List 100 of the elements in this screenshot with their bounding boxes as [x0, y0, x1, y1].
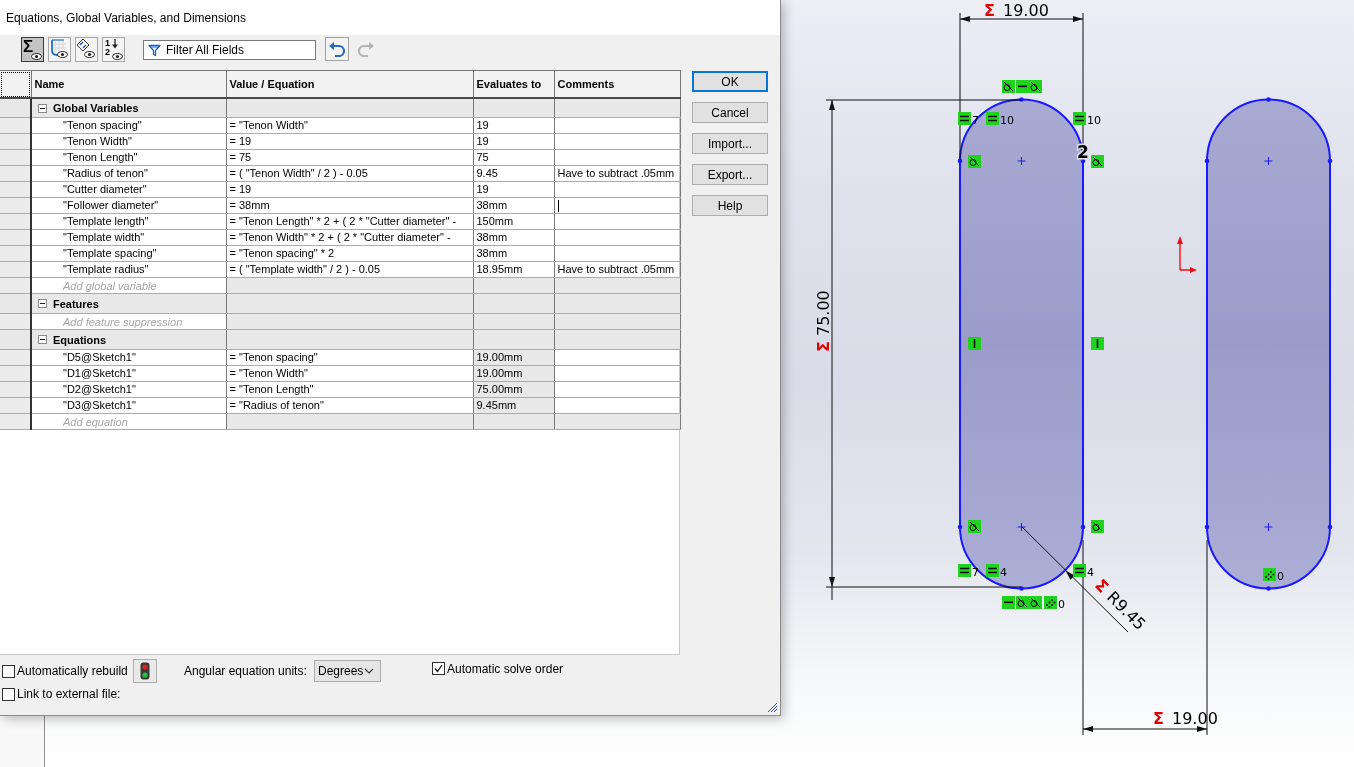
equal-relation-icon — [986, 112, 999, 125]
equation-symbol: Σ — [1153, 709, 1164, 728]
relation-count: 7 — [972, 566, 979, 579]
checkbox-label[interactable]: Link to external file: — [17, 687, 121, 701]
equation-cell: = "Tenon Width" * 2 + ( 2 * "Cutter diameter" - — [226, 229, 473, 246]
relation-count: 0 — [1277, 570, 1284, 583]
result-cell: 150mm — [473, 213, 554, 230]
view-button[interactable]: 1 2 — [102, 37, 125, 62]
tangent-relation-icon — [968, 520, 981, 533]
equation-cell: = "Radius of tenon" — [226, 397, 473, 414]
minus-square-icon[interactable] — [38, 103, 47, 113]
eye-icon — [31, 53, 42, 60]
equation-cell: = 75 — [226, 149, 473, 166]
name-cell: "Radius of tenon" — [31, 165, 226, 182]
dimension-value[interactable]: 75.00 — [814, 290, 833, 336]
comment-cell: Have to subtract .05mm — [554, 261, 680, 278]
equal-relation-icon — [1073, 112, 1086, 125]
redo-icon — [357, 41, 375, 57]
undo-icon — [328, 41, 346, 57]
add-row-field[interactable]: Add feature suppression — [32, 314, 226, 329]
relation-count: 10 — [1000, 114, 1014, 127]
result-cell: 19 — [473, 117, 554, 134]
checkbox[interactable] — [2, 664, 15, 678]
column-header: Value / Equation — [226, 70, 473, 98]
filter-icon — [148, 44, 161, 57]
checkbox-label[interactable]: Automatic solve order — [447, 661, 564, 676]
horizontal-relation-icon — [1016, 80, 1029, 93]
resize-grip-icon[interactable] — [766, 701, 778, 713]
grid-eye-icon — [49, 38, 68, 59]
down-arrow-icon — [112, 39, 118, 49]
result-cell: 75 — [473, 149, 554, 166]
tangent-relation-icon — [1016, 596, 1029, 609]
name-cell: "Tenon Length" — [31, 149, 226, 166]
name-cell: "Template radius" — [31, 261, 226, 278]
check-icon — [434, 664, 443, 673]
dimension-value[interactable]: 19.00 — [1172, 709, 1218, 728]
filter-field[interactable]: Filter All Fields — [143, 40, 316, 60]
minus-square-icon[interactable] — [38, 335, 47, 345]
checkbox-label[interactable]: Automatically rebuild — [17, 664, 128, 678]
horizontal-relation-icon — [1002, 596, 1015, 609]
equation-cell: = "Tenon Width" — [226, 117, 473, 134]
dialog-button[interactable]: Export... — [692, 164, 768, 185]
vertical-relation-icon — [968, 337, 981, 350]
relation-count: 10 — [1087, 114, 1101, 127]
tangent-relation-icon — [1002, 80, 1015, 93]
undo-button[interactable] — [325, 37, 349, 61]
units-dropdown[interactable]: Degrees — [314, 660, 381, 682]
section-title: Equations — [53, 333, 107, 346]
eye-icon — [112, 53, 123, 60]
minus-square-icon[interactable] — [38, 299, 47, 309]
name-cell: "D3@Sketch1" — [31, 397, 226, 414]
view-button[interactable] — [48, 37, 71, 62]
name-cell: "Template length" — [31, 213, 226, 230]
traffic-light-icon — [140, 662, 150, 680]
dialog-button[interactable]: OK — [692, 71, 768, 92]
field-label: Angular equation units: — [184, 664, 308, 678]
dialog-button[interactable]: Import... — [692, 133, 768, 154]
column-header: Name — [31, 70, 226, 98]
comment-cell: Have to subtract .05mm — [554, 165, 680, 182]
result-cell: 38mm — [473, 245, 554, 262]
equation-cell: = 19 — [226, 181, 473, 198]
result-cell: 38mm — [473, 197, 554, 214]
equation-cell: = "Tenon spacing" * 2 — [226, 245, 473, 262]
rebuild-status-button[interactable] — [133, 659, 157, 683]
column-header: Evaluates to — [473, 70, 554, 98]
result-cell: 18.95mm — [473, 261, 554, 278]
dotted-relation-icon — [1044, 596, 1057, 609]
equal-relation-icon — [958, 564, 971, 577]
name-cell: "D2@Sketch1" — [31, 381, 226, 398]
equal-relation-icon — [958, 112, 971, 125]
diamond-eye-icon — [76, 38, 95, 59]
name-cell: "Follower diameter" — [31, 197, 226, 214]
view-button[interactable]: Σ — [21, 37, 44, 62]
equal-relation-icon — [1073, 564, 1086, 577]
dotted-relation-icon — [1263, 568, 1276, 581]
relation-count: 7 — [972, 114, 979, 127]
name-cell: "D1@Sketch1" — [31, 365, 226, 382]
origin-axes-icon — [1177, 236, 1197, 273]
dialog-button[interactable]: Help — [692, 195, 768, 216]
add-row-field[interactable]: Add equation — [32, 414, 226, 429]
name-cell: "Cutter diameter" — [31, 181, 226, 198]
checkbox[interactable] — [2, 687, 15, 701]
dialog-button[interactable]: Cancel — [692, 102, 768, 123]
dimension-value[interactable]: 19.00 — [1003, 1, 1049, 20]
equation-cell: = "Tenon Width" — [226, 365, 473, 382]
equation-cell: = ( "Template width" / 2 ) - 0.05 — [226, 261, 473, 278]
relation-count: 0 — [1058, 598, 1065, 611]
name-cell: "D5@Sketch1" — [31, 349, 226, 366]
text-cursor-icon — [557, 200, 559, 213]
result-cell: 19 — [473, 133, 554, 150]
tangent-relation-icon — [968, 155, 981, 168]
column-header: Comments — [554, 70, 680, 98]
view-button[interactable] — [75, 37, 98, 62]
add-row-field[interactable]: Add global variable — [32, 278, 226, 293]
result-cell: 9.45 — [473, 165, 554, 182]
tangent-relation-icon — [1091, 520, 1104, 533]
name-cell: "Tenon Width" — [31, 133, 226, 150]
comment-field[interactable] — [554, 197, 680, 214]
checkbox[interactable] — [432, 662, 445, 675]
relation-count: 4 — [1087, 566, 1094, 579]
